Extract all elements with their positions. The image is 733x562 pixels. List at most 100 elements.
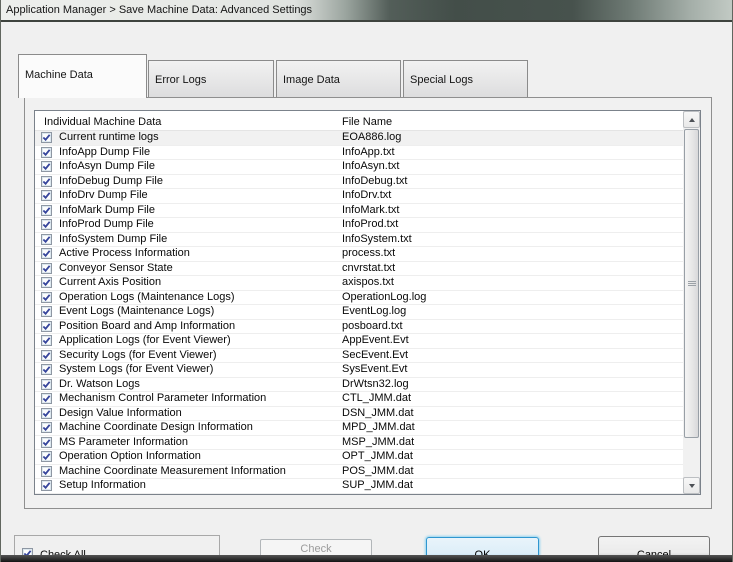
list-item[interactable]: Setup Information SUP_JMM.dat [35, 479, 683, 494]
list-item[interactable]: Event Logs (Maintenance Logs) EventLog.l… [35, 305, 683, 320]
list-rows: Current runtime logs EOA886.log InfoApp … [35, 131, 683, 494]
list-item[interactable]: InfoApp Dump File InfoApp.txt [35, 145, 683, 160]
list-item[interactable]: InfoProd Dump File InfoProd.txt [35, 218, 683, 233]
check-icon [42, 424, 51, 432]
list-item[interactable]: Security Logs (for Event Viewer) SecEven… [35, 348, 683, 363]
row-filename: SUP_JMM.dat [342, 479, 413, 492]
list-item[interactable]: MS Parameter Information MSP_JMM.dat [35, 435, 683, 450]
row-label: Setup Information [59, 479, 146, 492]
check-icon [42, 482, 51, 490]
row-filename: OperationLog.log [342, 290, 427, 303]
scroll-down-button[interactable] [683, 477, 700, 494]
row-filename: CTL_JMM.dat [342, 392, 412, 405]
tab-image-data[interactable]: Image Data [276, 60, 401, 97]
check-icon [42, 322, 51, 330]
check-icon [42, 148, 51, 156]
list-item[interactable]: InfoDrv Dump File InfoDrv.txt [35, 189, 683, 204]
title-bar[interactable]: Application Manager > Save Machine Data:… [1, 0, 732, 20]
row-checkbox[interactable] [41, 306, 52, 318]
row-checkbox[interactable] [41, 451, 52, 463]
list-item[interactable]: Conveyor Sensor State cnvrstat.txt [35, 261, 683, 276]
dialog-window: Application Manager > Save Machine Data:… [0, 0, 733, 562]
row-checkbox[interactable] [41, 422, 52, 434]
row-label: Security Logs (for Event Viewer) [59, 348, 217, 361]
row-filename: InfoDebug.txt [342, 174, 408, 187]
tab-label: Error Logs [155, 74, 207, 86]
scrollbar-thumb[interactable] [684, 129, 699, 438]
row-checkbox[interactable] [41, 146, 52, 158]
row-label: InfoDebug Dump File [59, 174, 163, 187]
row-label: Position Board and Amp Information [59, 319, 236, 332]
row-filename: DrWtsn32.log [342, 377, 409, 390]
list-item[interactable]: InfoDebug Dump File InfoDebug.txt [35, 174, 683, 189]
row-checkbox[interactable] [41, 320, 52, 332]
row-checkbox[interactable] [41, 393, 52, 405]
tab-special-logs[interactable]: Special Logs [403, 60, 528, 97]
check-icon [42, 395, 51, 403]
list-item[interactable]: Position Board and Amp Information posbo… [35, 319, 683, 334]
scrollbar-track[interactable] [683, 128, 700, 477]
row-checkbox[interactable] [41, 219, 52, 231]
row-filename: InfoProd.txt [342, 218, 399, 231]
check-icon [42, 192, 51, 200]
row-label: Event Logs (Maintenance Logs) [59, 305, 215, 318]
row-checkbox[interactable] [41, 132, 52, 144]
list-item[interactable]: InfoMark Dump File InfoMark.txt [35, 203, 683, 218]
list-item[interactable]: System Logs (for Event Viewer) SysEvent.… [35, 363, 683, 378]
list-item[interactable]: Machine Coordinate Design Information MP… [35, 421, 683, 436]
row-checkbox[interactable] [41, 277, 52, 289]
list-item[interactable]: InfoSystem Dump File InfoSystem.txt [35, 232, 683, 247]
vertical-scrollbar[interactable] [683, 111, 700, 494]
list-item[interactable]: Operation Logs (Maintenance Logs) Operat… [35, 290, 683, 305]
check-icon [42, 308, 51, 316]
row-checkbox[interactable] [41, 480, 52, 492]
tab-error-logs[interactable]: Error Logs [148, 60, 274, 97]
list-item[interactable]: InfoAsyn Dump File InfoAsyn.txt [35, 160, 683, 175]
row-checkbox[interactable] [41, 465, 52, 477]
check-icon [42, 250, 51, 258]
tab-label: Image Data [283, 74, 340, 86]
row-checkbox[interactable] [41, 233, 52, 245]
row-filename: SysEvent.Evt [342, 363, 408, 376]
row-label: InfoSystem Dump File [59, 232, 168, 245]
row-checkbox[interactable] [41, 262, 52, 274]
check-icon [42, 279, 51, 287]
check-icon [42, 293, 51, 301]
list-item[interactable]: Current runtime logs EOA886.log [35, 131, 683, 146]
list-header: Individual Machine Data File Name [35, 111, 683, 131]
tab-machine-data[interactable]: Machine Data [18, 54, 147, 98]
row-checkbox[interactable] [41, 335, 52, 347]
check-icon [42, 206, 51, 214]
row-checkbox[interactable] [41, 204, 52, 216]
row-checkbox[interactable] [41, 407, 52, 419]
row-filename: InfoDrv.txt [342, 189, 392, 202]
list-item[interactable]: Operation Option Information OPT_JMM.dat [35, 450, 683, 465]
list-item[interactable]: Current Axis Position axispos.txt [35, 276, 683, 291]
list-item[interactable]: Active Process Information process.txt [35, 247, 683, 262]
list-item[interactable]: Dr. Watson Logs DrWtsn32.log [35, 377, 683, 392]
row-checkbox[interactable] [41, 175, 52, 187]
row-checkbox[interactable] [41, 378, 52, 390]
row-label: Machine Coordinate Design Information [59, 421, 253, 434]
row-filename: EventLog.log [342, 305, 407, 318]
row-checkbox[interactable] [41, 248, 52, 260]
row-checkbox[interactable] [41, 364, 52, 376]
row-label: System Logs (for Event Viewer) [59, 363, 214, 376]
scroll-up-button[interactable] [683, 111, 700, 128]
row-filename: MSP_JMM.dat [342, 435, 415, 448]
list-item[interactable]: Machine Coordinate Measurement Informati… [35, 464, 683, 479]
row-checkbox[interactable] [41, 190, 52, 202]
list-item[interactable]: Mechanism Control Parameter Information … [35, 392, 683, 407]
row-label: InfoDrv Dump File [59, 189, 148, 202]
row-checkbox[interactable] [41, 349, 52, 361]
row-checkbox[interactable] [41, 291, 52, 303]
row-checkbox[interactable] [41, 161, 52, 173]
row-checkbox[interactable] [41, 436, 52, 448]
row-filename: MPD_JMM.dat [342, 421, 415, 434]
list-item[interactable]: Application Logs (for Event Viewer) AppE… [35, 334, 683, 349]
list-item[interactable]: Design Value Information DSN_JMM.dat [35, 406, 683, 421]
row-filename: POS_JMM.dat [342, 464, 414, 477]
row-filename: InfoMark.txt [342, 203, 400, 216]
check-icon [42, 163, 51, 171]
check-icon [42, 453, 51, 461]
